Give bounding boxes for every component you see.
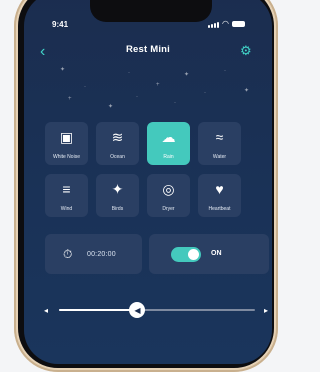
sound-tile-dryer[interactable]: ◎ Dryer [147, 174, 190, 217]
sound-label: Rain [163, 154, 174, 160]
star-icon: · [136, 94, 138, 100]
volume-fill [59, 309, 138, 311]
timer-value: 00:20:00 [87, 250, 116, 258]
sound-label: Heartbeat [208, 206, 231, 212]
star-icon: + [68, 96, 72, 102]
wind-icon: ≡ [62, 181, 71, 197]
speaker-icon: ◀ [134, 305, 141, 315]
wave-icon: ≋ [111, 129, 124, 145]
star-icon: · [174, 100, 176, 106]
sound-label: Birds [111, 206, 124, 212]
sound-label: White Noise [53, 154, 80, 160]
sound-tile-water[interactable]: ≈ Water [198, 122, 241, 165]
star-icon: ✦ [60, 67, 66, 73]
volume-down-icon[interactable]: ◂ [44, 306, 48, 315]
star-icon: · [128, 70, 130, 76]
sound-label: Ocean [110, 154, 125, 160]
sound-label: Dryer [162, 206, 175, 212]
sound-tile-wind[interactable]: ≡ Wind [45, 174, 88, 217]
gear-icon: ⚙ [240, 43, 252, 58]
sound-tile-white-noise[interactable]: ▣ White Noise [45, 122, 88, 165]
star-icon: + [156, 82, 160, 88]
signal-icon [208, 21, 219, 28]
tv-icon: ▣ [59, 129, 74, 145]
wifi-icon: ◠ [222, 19, 229, 28]
sound-tile-ocean[interactable]: ≋ Ocean [96, 122, 139, 165]
star-icon: ✦ [184, 72, 190, 78]
stopwatch-icon: ⏱ [63, 247, 73, 261]
power-toggle-card: ON [149, 234, 269, 274]
sound-tile-birds[interactable]: ✦ Birds [96, 174, 139, 217]
app-screen: 9:41 ◠ ‹ Rest Mini ⚙ ✦ · ✦ · · + · + ✦ ·… [24, 0, 272, 364]
star-icon: · [84, 84, 86, 90]
star-icon: ✦ [244, 88, 250, 94]
heart-icon: ♥ [215, 181, 224, 197]
page-title: Rest Mini [125, 44, 171, 55]
volume-up-icon[interactable]: ▸ [264, 306, 268, 315]
volume-slider-knob[interactable]: ◀ [129, 302, 146, 318]
star-icon: · [204, 90, 206, 96]
settings-button[interactable]: ⚙ [240, 44, 252, 58]
phone-notch [90, 0, 212, 22]
star-icon: · [224, 68, 226, 74]
rain-cloud-icon: ☁ [161, 129, 176, 145]
bird-icon: ✦ [111, 181, 124, 197]
water-icon: ≈ [215, 129, 224, 145]
status-time: 9:41 [52, 20, 69, 29]
battery-icon [231, 21, 245, 27]
sound-tile-heartbeat[interactable]: ♥ Heartbeat [198, 174, 241, 217]
power-label: ON [211, 250, 222, 257]
status-icons: ◠ [208, 20, 245, 28]
sound-label: Water [212, 154, 227, 160]
sound-label: Wind [60, 206, 73, 212]
timer-button[interactable]: ⏱ 00:20:00 [45, 234, 142, 274]
toggle-knob[interactable] [188, 249, 199, 260]
dryer-icon: ◎ [162, 181, 175, 197]
star-icon: ✦ [108, 104, 114, 110]
sound-tile-rain[interactable]: ☁ Rain [147, 122, 190, 165]
